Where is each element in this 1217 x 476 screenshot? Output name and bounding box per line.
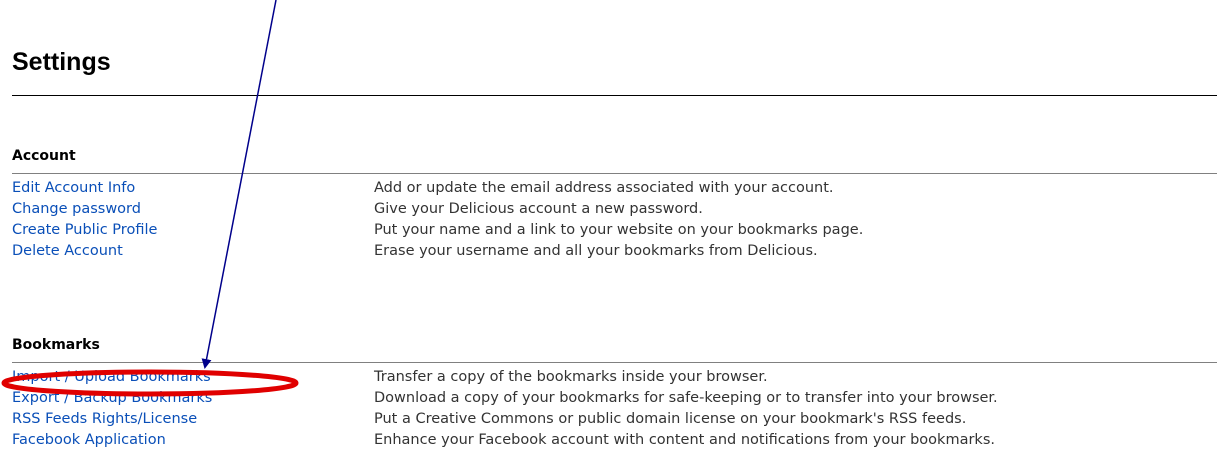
section-heading-bookmarks: Bookmarks xyxy=(12,337,100,353)
row-description: Put your name and a link to your website… xyxy=(374,222,864,238)
settings-row-export-backup-bookmarks: Export / Backup Bookmarks Download a cop… xyxy=(12,388,1217,409)
settings-row-create-public-profile: Create Public Profile Put your name and … xyxy=(12,220,1217,241)
row-description: Erase your username and all your bookmar… xyxy=(374,243,818,259)
settings-row-delete-account: Delete Account Erase your username and a… xyxy=(12,241,1217,262)
row-description: Give your Delicious account a new passwo… xyxy=(374,201,703,217)
title-divider xyxy=(12,95,1217,96)
row-description: Enhance your Facebook account with conte… xyxy=(374,432,995,448)
rss-feeds-rights-license-link[interactable]: RSS Feeds Rights/License xyxy=(12,409,197,429)
settings-row-rss-feeds-license: RSS Feeds Rights/License Put a Creative … xyxy=(12,409,1217,430)
row-description: Put a Creative Commons or public domain … xyxy=(374,411,967,427)
section-bookmarks: Bookmarks Import / Upload Bookmarks Tran… xyxy=(12,336,1217,451)
section-heading-account: Account xyxy=(12,148,76,164)
row-description: Add or update the email address associat… xyxy=(374,180,834,196)
section-divider xyxy=(12,362,1217,363)
section-divider xyxy=(12,173,1217,174)
export-backup-bookmarks-link[interactable]: Export / Backup Bookmarks xyxy=(12,388,212,408)
section-account: Account Edit Account Info Add or update … xyxy=(12,147,1217,262)
import-upload-bookmarks-link[interactable]: Import / Upload Bookmarks xyxy=(12,367,211,387)
create-public-profile-link[interactable]: Create Public Profile xyxy=(12,220,157,240)
settings-row-import-upload-bookmarks: Import / Upload Bookmarks Transfer a cop… xyxy=(12,367,1217,388)
delete-account-link[interactable]: Delete Account xyxy=(12,241,123,261)
change-password-link[interactable]: Change password xyxy=(12,199,141,219)
settings-row-facebook-application: Facebook Application Enhance your Facebo… xyxy=(12,430,1217,451)
settings-row-change-password: Change password Give your Delicious acco… xyxy=(12,199,1217,220)
facebook-application-link[interactable]: Facebook Application xyxy=(12,430,166,450)
settings-row-edit-account-info: Edit Account Info Add or update the emai… xyxy=(12,178,1217,199)
row-description: Download a copy of your bookmarks for sa… xyxy=(374,390,998,406)
page-title: Settings xyxy=(12,48,111,76)
row-description: Transfer a copy of the bookmarks inside … xyxy=(374,369,768,385)
edit-account-info-link[interactable]: Edit Account Info xyxy=(12,178,135,198)
